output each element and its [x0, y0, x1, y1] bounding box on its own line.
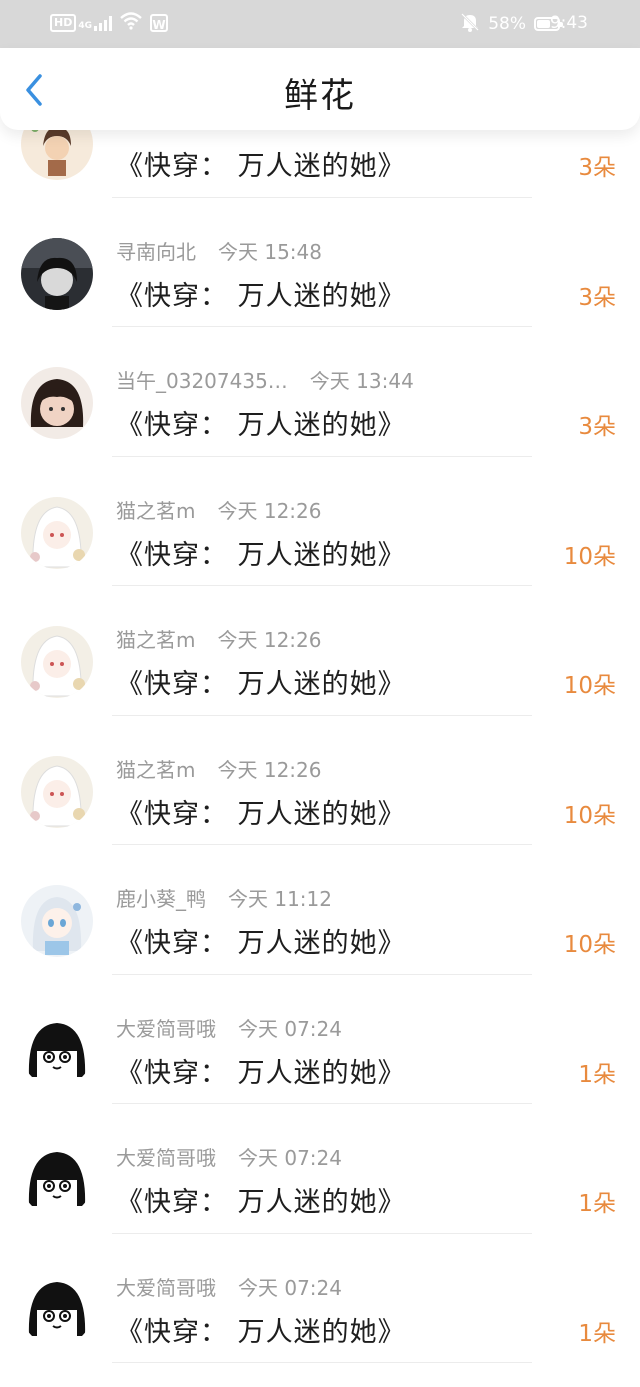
list-item[interactable]: 《快穿： 万人迷的她》 3朵	[0, 130, 640, 198]
user-meta: 寻南向北 今天 15:48	[116, 236, 322, 265]
book-title[interactable]: 《快穿： 万人迷的她》	[116, 144, 406, 183]
flower-count: 1朵	[578, 1320, 616, 1347]
timestamp: 今天 15:48	[218, 239, 322, 264]
book-title[interactable]: 《快穿： 万人迷的她》	[116, 403, 406, 442]
book-title[interactable]: 《快穿： 万人迷的她》	[116, 1180, 406, 1219]
user-meta: 大爱简哥哦 今天 07:24	[116, 1272, 342, 1301]
bell-muted-icon	[460, 12, 480, 36]
user-meta: 猫之茗m 今天 12:26	[116, 495, 321, 524]
book-title[interactable]: 《快穿： 万人迷的她》	[116, 792, 406, 831]
flower-count: 1朵	[578, 1191, 616, 1217]
user-name[interactable]: 猫之茗m	[116, 499, 195, 523]
avatar[interactable]	[21, 1144, 93, 1216]
avatar[interactable]	[21, 367, 93, 439]
page-title: 鲜花	[284, 76, 356, 116]
divider	[112, 1362, 532, 1363]
user-name[interactable]: 大爱简哥哦	[116, 1017, 216, 1041]
nav-bar: 鲜花	[0, 48, 640, 130]
avatar[interactable]	[21, 755, 93, 828]
list-item[interactable]: 寻南向北 今天 15:48 《快穿： 万人迷的她》 3朵	[0, 198, 640, 327]
user-name[interactable]: 猫之茗m	[116, 758, 195, 782]
flower-count: 10朵	[563, 543, 616, 570]
timestamp: 今天 12:26	[217, 498, 322, 523]
list-item[interactable]: 大爱简哥哦 今天 07:24 《快穿： 万人迷的她》 1朵	[0, 975, 640, 1104]
book-title[interactable]: 《快穿： 万人迷的她》	[116, 921, 406, 960]
user-name[interactable]: 大爱简哥哦	[116, 1276, 216, 1300]
list-item[interactable]: 大爱简哥哦 今天 07:24 《快穿： 万人迷的她》 1朵	[0, 1104, 640, 1234]
timestamp: 今天 13:44	[309, 369, 414, 393]
timestamp: 今天 07:24	[238, 1146, 342, 1170]
list-item[interactable]: 猫之茗m 今天 12:26 《快穿： 万人迷的她》 10朵	[0, 457, 640, 586]
avatar[interactable]	[21, 626, 93, 698]
timestamp: 今天 07:24	[238, 1016, 342, 1041]
timestamp: 今天 12:26	[217, 628, 322, 652]
hd-icon: HD	[50, 14, 77, 32]
avatar[interactable]	[21, 885, 93, 957]
user-name[interactable]: 寻南向北	[116, 240, 196, 264]
signal-icon: 4G	[78, 15, 112, 31]
avatar[interactable]	[21, 1014, 93, 1087]
list-item[interactable]: 猫之茗m 今天 12:26 《快穿： 万人迷的她》 10朵	[0, 716, 640, 845]
user-name[interactable]: 鹿小葵_鸭	[116, 887, 206, 911]
flower-count: 3朵	[578, 155, 616, 181]
book-title[interactable]: 《快穿： 万人迷的她》	[116, 533, 406, 572]
status-bar: HD 4G W 58% 9:43	[0, 0, 640, 48]
flower-list[interactable]: 《快穿： 万人迷的她》 3朵 寻南向北 今天 15:48 《快穿： 万人迷的她》 3朵 当午…	[0, 130, 640, 1387]
user-name[interactable]: 猫之茗m	[116, 628, 195, 652]
user-name[interactable]: 当午_03207435…	[116, 369, 288, 393]
timestamp: 今天 12:26	[217, 757, 322, 782]
book-title[interactable]: 《快穿： 万人迷的她》	[116, 662, 406, 701]
user-meta: 大爱简哥哦 今天 07:24	[116, 1013, 342, 1042]
book-title[interactable]: 《快穿： 万人迷的她》	[116, 274, 406, 313]
list-item[interactable]: 当午_03207435… 今天 13:44 《快穿： 万人迷的她》 3朵	[0, 327, 640, 457]
user-meta: 鹿小葵_鸭 今天 11:12	[116, 883, 332, 912]
app-notification-icon: W	[150, 14, 168, 32]
avatar[interactable]	[21, 237, 93, 310]
user-meta: 猫之茗m 今天 12:26	[116, 754, 321, 783]
book-title[interactable]: 《快穿： 万人迷的她》	[116, 1310, 406, 1349]
flower-count: 10朵	[563, 673, 616, 699]
list-item[interactable]: 鹿小葵_鸭 今天 11:12 《快穿： 万人迷的她》 10朵	[0, 845, 640, 975]
network-type: 4G	[78, 21, 92, 31]
user-name[interactable]: 大爱简哥哦	[116, 1146, 216, 1170]
timestamp: 今天 07:24	[238, 1275, 342, 1300]
user-meta: 大爱简哥哦 今天 07:24	[116, 1142, 342, 1171]
flower-count: 10朵	[563, 802, 616, 829]
list-item[interactable]: 大爱简哥哦 今天 07:24 《快穿： 万人迷的她》 1朵	[0, 1234, 640, 1363]
user-meta: 猫之茗m 今天 12:26	[116, 624, 321, 653]
avatar[interactable]	[21, 130, 93, 180]
list-item[interactable]: 猫之茗m 今天 12:26 《快穿： 万人迷的她》 10朵	[0, 586, 640, 716]
book-title[interactable]: 《快穿： 万人迷的她》	[116, 1051, 406, 1090]
battery-percent: 58%	[488, 14, 526, 34]
flower-count: 3朵	[578, 414, 616, 440]
avatar[interactable]	[21, 1273, 93, 1346]
flower-count: 3朵	[578, 284, 616, 311]
clock: 9:43	[549, 13, 588, 33]
timestamp: 今天 11:12	[228, 887, 332, 911]
flower-count: 1朵	[578, 1061, 616, 1088]
wifi-icon	[120, 12, 142, 34]
avatar[interactable]	[21, 496, 93, 569]
flower-count: 10朵	[563, 932, 616, 958]
user-meta: 当午_03207435… 今天 13:44	[116, 365, 414, 394]
